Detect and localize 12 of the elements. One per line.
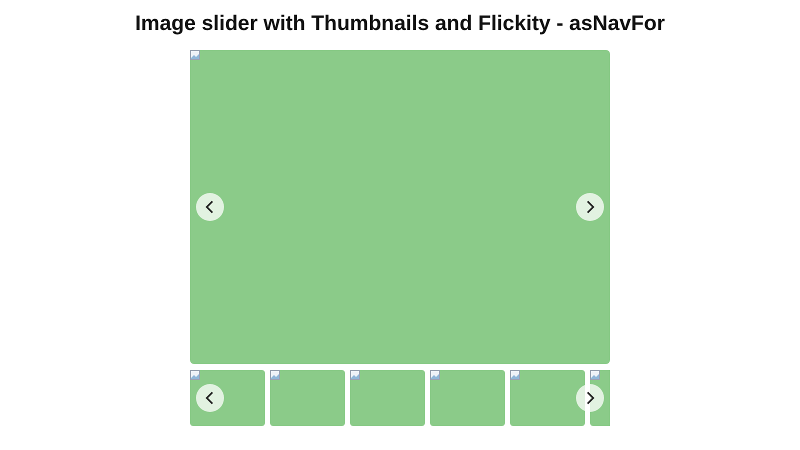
broken-image-icon	[190, 50, 200, 60]
broken-image-icon	[350, 370, 360, 380]
thumbnail[interactable]	[430, 370, 505, 426]
broken-image-icon	[430, 370, 440, 380]
thumbnail[interactable]	[270, 370, 345, 426]
page-title: Image slider with Thumbnails and Flickity - asNavFor	[134, 11, 666, 37]
thumbnail[interactable]	[350, 370, 425, 426]
thumbnail[interactable]	[510, 370, 585, 426]
broken-image-icon	[590, 370, 600, 380]
broken-image-icon	[190, 370, 200, 380]
broken-image-icon	[510, 370, 520, 380]
broken-image-icon	[270, 370, 280, 380]
